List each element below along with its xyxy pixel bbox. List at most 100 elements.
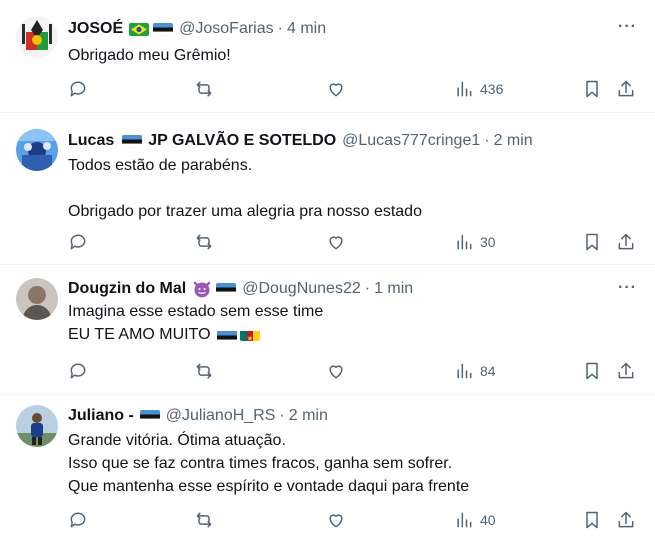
like-icon xyxy=(329,83,343,97)
views-button[interactable]: 40 xyxy=(454,510,496,530)
tweet[interactable]: Juliano - @JulianoH_RS · 2 min Grande vi… xyxy=(0,395,655,552)
bookmark-button[interactable] xyxy=(582,232,602,252)
display-name[interactable]: Juliano - xyxy=(68,407,134,425)
like-icon xyxy=(329,236,343,250)
bookmark-icon xyxy=(586,362,598,380)
bookmark-icon xyxy=(586,80,598,98)
reply-icon xyxy=(70,363,86,379)
views-button[interactable]: 30 xyxy=(454,232,496,252)
timestamp[interactable]: 4 min xyxy=(287,20,326,38)
retweet-icon xyxy=(196,234,212,250)
tweet-line: Obrigado meu Grêmio! xyxy=(68,47,231,64)
share-icon xyxy=(618,511,634,528)
reply-button[interactable] xyxy=(68,79,88,99)
bookmark-button[interactable] xyxy=(582,510,602,530)
bookmark-button[interactable] xyxy=(582,79,602,99)
display-name[interactable]: JOSOÉ xyxy=(68,20,123,38)
estonia-flag-icon xyxy=(216,328,237,341)
views-icon xyxy=(457,512,472,528)
tweet-text: Grande vitória. Ótima atuação. Isso que … xyxy=(68,429,639,498)
reply-button[interactable] xyxy=(68,361,88,381)
tweet-text: Imagina esse estado sem esse time EU TE … xyxy=(68,300,639,346)
tweet-actions: 40 xyxy=(68,508,641,532)
avatar[interactable] xyxy=(16,129,58,171)
reply-icon xyxy=(70,234,86,250)
share-icon xyxy=(618,362,634,379)
estonia-flag-icon xyxy=(216,282,237,296)
share-button[interactable] xyxy=(616,79,636,99)
views-icon xyxy=(457,234,472,250)
more-options-icon[interactable]: ··· xyxy=(618,279,637,297)
tweet-line: Grande vitória. Ótima atuação. xyxy=(68,432,286,449)
avatar[interactable] xyxy=(16,278,58,320)
handle[interactable]: @Lucas777cringe1 xyxy=(342,132,480,150)
timestamp[interactable]: 2 min xyxy=(289,407,328,425)
bookmark-button[interactable] xyxy=(582,361,602,381)
share-button[interactable] xyxy=(616,510,636,530)
like-icon xyxy=(329,514,343,528)
estonia-flag-icon xyxy=(153,22,174,36)
reply-button[interactable] xyxy=(68,510,88,530)
tweet-line: Isso que se faz contra times fracos, gan… xyxy=(68,455,453,472)
smiling-devil-emoji-icon xyxy=(192,279,212,299)
views-count: 40 xyxy=(480,512,496,528)
tweet-actions: 436 xyxy=(68,77,641,101)
share-icon xyxy=(618,80,634,97)
retweet-icon xyxy=(196,512,212,528)
share-button[interactable] xyxy=(616,232,636,252)
more-options-icon[interactable]: ··· xyxy=(618,18,637,36)
share-icon xyxy=(618,233,634,250)
timestamp[interactable]: 2 min xyxy=(494,132,533,150)
handle[interactable]: @JulianoH_RS xyxy=(166,407,276,425)
views-count: 30 xyxy=(480,234,496,250)
tweet-line: Que mantenha esse espírito e vontade daq… xyxy=(68,478,470,495)
reply-icon xyxy=(70,512,86,528)
like-button[interactable] xyxy=(326,232,346,252)
display-name[interactable]: Lucas xyxy=(68,132,114,150)
avatar[interactable] xyxy=(16,16,58,58)
timestamp[interactable]: 1 min xyxy=(374,280,413,298)
bookmark-icon xyxy=(586,233,598,251)
retweet-button[interactable] xyxy=(194,232,214,252)
estonia-flag-icon xyxy=(122,134,143,148)
like-button[interactable] xyxy=(326,79,346,99)
reply-icon xyxy=(70,81,86,97)
tweet-line: Todos estão de parabéns. xyxy=(68,157,253,174)
separator: · xyxy=(364,280,371,297)
display-name[interactable]: Dougzin do Mal xyxy=(68,280,186,298)
like-button[interactable] xyxy=(326,361,346,381)
tweet-line: Obrigado por trazer uma alegria pra noss… xyxy=(68,203,422,220)
cameroon-flag-icon xyxy=(239,328,260,341)
retweet-button[interactable] xyxy=(194,510,214,530)
avatar[interactable] xyxy=(16,405,58,447)
tweet-actions: 30 xyxy=(68,230,641,254)
tweet[interactable]: Dougzin do Mal @DougNunes22 · 1 min ··· … xyxy=(0,265,655,395)
tweet[interactable]: JOSOÉ @JosoFarias · 4 min ··· Obrigado m… xyxy=(0,0,655,113)
retweet-button[interactable] xyxy=(194,361,214,381)
retweet-button[interactable] xyxy=(194,79,214,99)
display-name-suffix[interactable]: JP GALVÃO E SOTELDO xyxy=(148,132,336,150)
tweet-line-wrapper: EU TE AMO MUITO xyxy=(68,323,639,346)
tweet-text: Obrigado meu Grêmio! xyxy=(68,44,639,67)
handle[interactable]: @DougNunes22 xyxy=(242,280,361,298)
tweet-line xyxy=(68,177,639,200)
separator: · xyxy=(279,407,285,424)
like-icon xyxy=(329,365,343,379)
views-count: 84 xyxy=(480,363,496,379)
handle[interactable]: @JosoFarias xyxy=(179,20,274,38)
views-icon xyxy=(457,81,472,97)
views-button[interactable]: 436 xyxy=(454,79,503,99)
views-icon xyxy=(457,363,472,379)
tweet[interactable]: Lucas JP GALVÃO E SOTELDO @Lucas777cring… xyxy=(0,113,655,265)
reply-button[interactable] xyxy=(68,232,88,252)
separator: · xyxy=(484,132,490,149)
tweet-text: Todos estão de parabéns. Obrigado por tr… xyxy=(68,154,639,223)
like-button[interactable] xyxy=(326,510,346,530)
share-button[interactable] xyxy=(616,361,636,381)
retweet-icon xyxy=(196,81,212,97)
bookmark-icon xyxy=(586,511,598,529)
estonia-flag-icon xyxy=(139,409,160,423)
views-count: 436 xyxy=(480,81,504,97)
retweet-icon xyxy=(196,363,212,379)
views-button[interactable]: 84 xyxy=(454,361,496,381)
